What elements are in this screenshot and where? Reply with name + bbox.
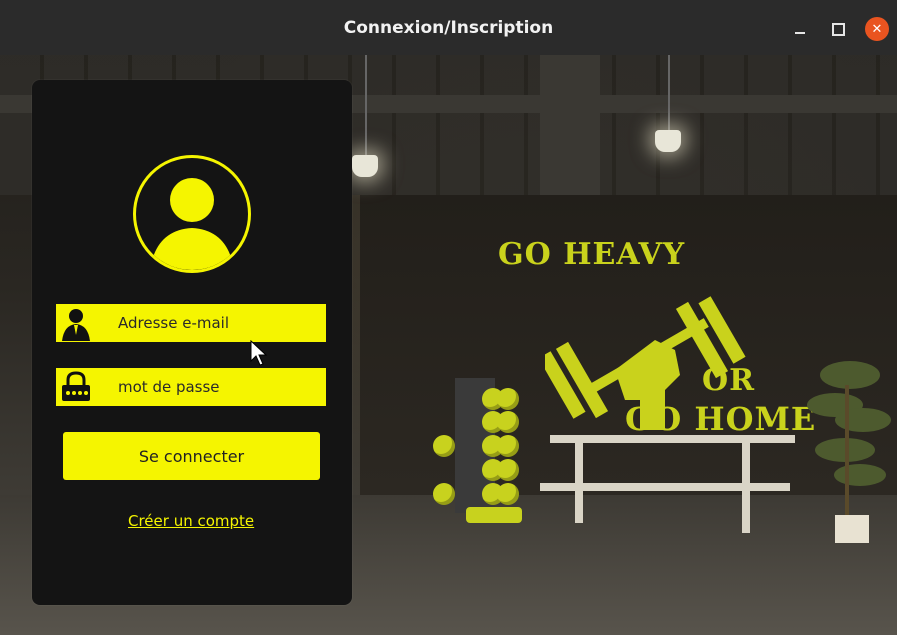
close-icon[interactable]: ✕ — [865, 17, 889, 41]
password-field[interactable] — [56, 368, 326, 406]
floor-dumbbell — [466, 507, 522, 523]
dumbbell-fist-icon — [545, 296, 746, 430]
user-avatar-icon — [133, 155, 251, 273]
email-input[interactable] — [118, 314, 308, 332]
weight-bench — [550, 435, 795, 443]
ceiling-lamp — [655, 130, 681, 152]
maximize-icon[interactable] — [827, 18, 849, 40]
mural-go-heavy: GO HEAVY — [498, 237, 686, 272]
password-input[interactable] — [118, 378, 308, 396]
plant-icon — [807, 361, 891, 543]
minimize-icon[interactable] — [789, 18, 811, 40]
lock-icon — [56, 368, 96, 406]
create-account-link[interactable]: Créer un compte — [128, 512, 254, 530]
ceiling-duct — [540, 55, 600, 195]
email-field[interactable] — [56, 304, 326, 342]
window-controls: ✕ — [789, 17, 889, 41]
window-titlebar: Connexion/Inscription ✕ — [0, 0, 897, 55]
mouse-cursor-icon — [250, 340, 268, 366]
login-button[interactable]: Se connecter — [63, 432, 320, 480]
window-title: Connexion/Inscription — [343, 17, 554, 38]
user-suit-icon — [56, 304, 96, 342]
ceiling-lamp — [352, 155, 378, 177]
